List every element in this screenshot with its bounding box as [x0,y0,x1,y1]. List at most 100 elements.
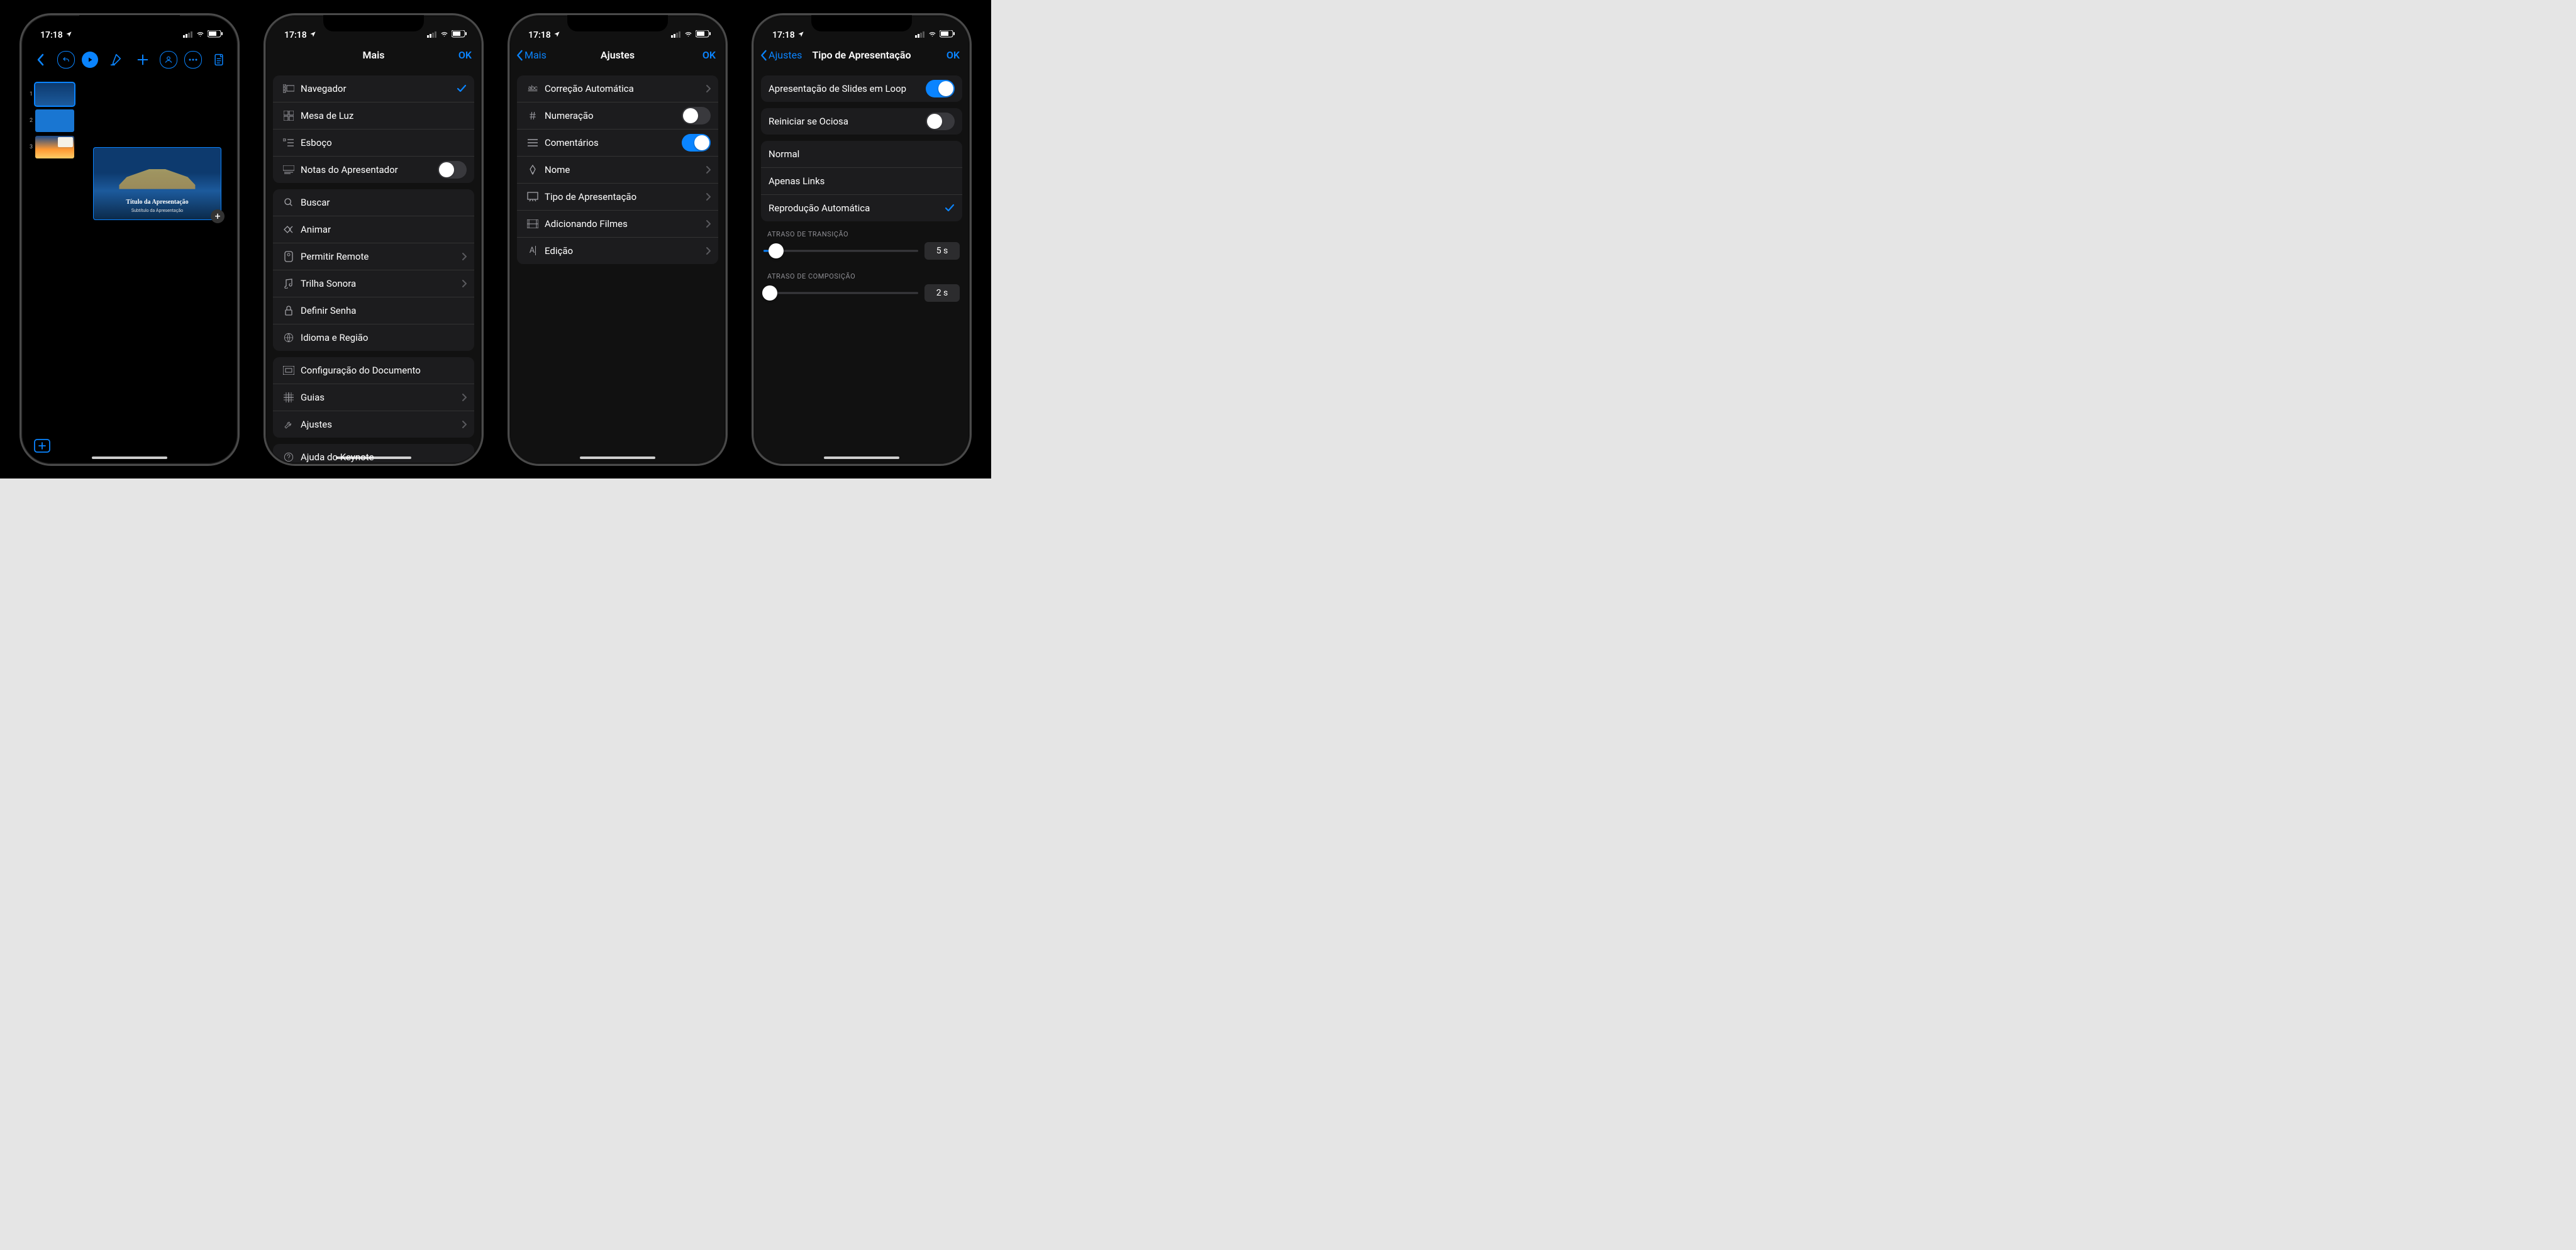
animate-icon [280,225,297,234]
row-notasapresentador[interactable]: Notas do Apresentador [273,157,474,183]
row-label: Idioma e Região [297,332,467,343]
check-icon [457,84,467,93]
status-icons [915,30,955,40]
group-ajustes: abc Correção Automática Numeração Coment… [517,75,718,264]
row-docconfig[interactable]: Configuração do Documento [273,357,474,384]
canvas: Título da Apresentação Subtítulo da Apre… [78,78,236,431]
format-brush-icon[interactable] [105,50,125,70]
screen: 17:18 Mais OK Navegador [267,16,480,463]
status-time: 17:18 [772,30,804,40]
status-time: 17:18 [528,30,560,40]
slider-composicao: 2 s [755,284,969,306]
cellular-icon [183,30,193,40]
build-slider[interactable] [763,284,918,302]
row-autoplay[interactable]: Reprodução Automática [761,195,962,221]
row-navegador[interactable]: Navegador [273,75,474,102]
insert-plus-icon[interactable] [133,50,153,70]
thumb-3[interactable]: 3 [26,136,74,158]
chevron-right-icon [462,252,467,261]
location-icon [797,30,804,40]
row-esboco[interactable]: Esboço [273,130,474,157]
row-label: Adicionando Filmes [541,218,706,230]
row-buscar[interactable]: Buscar [273,189,474,216]
slider-transicao: 5 s [755,242,969,263]
screen: 17:18 1 [23,16,236,463]
thumb-preview [35,83,74,106]
collab-icon[interactable] [160,51,177,69]
home-indicator [92,456,167,459]
thumb-preview [35,109,74,132]
status-icons [183,30,223,40]
transition-slider[interactable] [763,242,918,260]
play-icon[interactable] [82,52,98,68]
idle-toggle[interactable] [926,113,955,130]
ok-button[interactable]: OK [458,49,472,61]
row-correcao[interactable]: abc Correção Automática [517,75,718,102]
row-guias[interactable]: Guias [273,384,474,411]
row-links[interactable]: Apenas Links [761,168,962,195]
slide-title: Título da Apresentação [126,199,188,206]
row-label: Numeração [541,110,682,121]
row-comentarios[interactable]: Comentários [517,130,718,157]
row-normal[interactable]: Normal [761,141,962,168]
clock-label: 17:18 [40,30,63,40]
section-composicao: ATRASO DE COMPOSIÇÃO [755,263,969,284]
comments-toggle[interactable] [682,134,711,152]
row-mesadeluz[interactable]: Mesa de Luz [273,102,474,130]
status-time: 17:18 [40,30,72,40]
row-ajuda[interactable]: Ajuda do Keynote [273,444,474,463]
ok-button[interactable]: OK [702,49,716,61]
row-idle[interactable]: Reiniciar se Ociosa [761,108,962,135]
battery-icon [696,30,711,40]
phone-ajustes: 17:18 Mais Ajustes OK abc Correção Autom… [508,13,728,466]
location-icon [309,30,316,40]
document-config-icon [280,366,297,375]
ok-button[interactable]: OK [947,49,960,61]
row-nome[interactable]: Nome [517,157,718,184]
presenter-notes-toggle[interactable] [438,161,467,179]
row-trilha[interactable]: Trilha Sonora [273,270,474,297]
outline-icon [280,138,297,147]
guides-icon [280,392,297,402]
thumb-number: 1 [26,91,33,97]
slide-preview[interactable]: Título da Apresentação Subtítulo da Apre… [93,147,221,220]
add-element-button[interactable]: + [211,209,225,223]
more-icon[interactable] [184,51,202,69]
undo-icon[interactable] [57,51,75,69]
back-icon[interactable] [30,50,50,70]
row-loop[interactable]: Apresentação de Slides em Loop [761,75,962,102]
plus-icon: + [214,211,220,221]
thumb-2[interactable]: 2 [26,109,74,132]
wifi-icon [928,30,937,40]
document-icon[interactable] [209,50,229,70]
numbering-toggle[interactable] [682,107,711,124]
add-slide-button[interactable] [34,439,50,455]
battery-icon [208,30,223,40]
row-label: Normal [769,148,955,160]
row-ajustes[interactable]: Ajustes [273,411,474,438]
row-animar[interactable]: Animar [273,216,474,243]
build-value: 2 s [924,284,960,302]
nav-header: Mais Ajustes OK [511,41,724,69]
status-icons [427,30,467,40]
row-numeracao[interactable]: Numeração [517,102,718,130]
row-edicao[interactable]: A​ Edição [517,238,718,264]
row-senha[interactable]: Definir Senha [273,297,474,324]
back-button[interactable]: Mais [516,49,547,61]
phone-tipoapresentacao: 17:18 Ajustes Tipo de Apresentação OK Ap… [752,13,972,466]
cellular-icon [427,30,437,40]
wifi-icon [440,30,449,40]
loop-toggle[interactable] [926,80,955,97]
row-tipoapresentacao[interactable]: Tipo de Apresentação [517,184,718,211]
search-icon [280,197,297,207]
row-filmes[interactable]: Adicionando Filmes [517,211,718,238]
row-idioma[interactable]: Idioma e Região [273,324,474,351]
music-icon [280,279,297,289]
row-remote[interactable]: Permitir Remote [273,243,474,270]
back-label: Ajustes [769,49,802,61]
row-label: Esboço [297,137,467,148]
back-button[interactable]: Ajustes [760,49,802,61]
thumb-1[interactable]: 1 [26,83,74,106]
row-label: Apresentação de Slides em Loop [769,83,926,94]
nav-title: Tipo de Apresentação [812,49,911,61]
